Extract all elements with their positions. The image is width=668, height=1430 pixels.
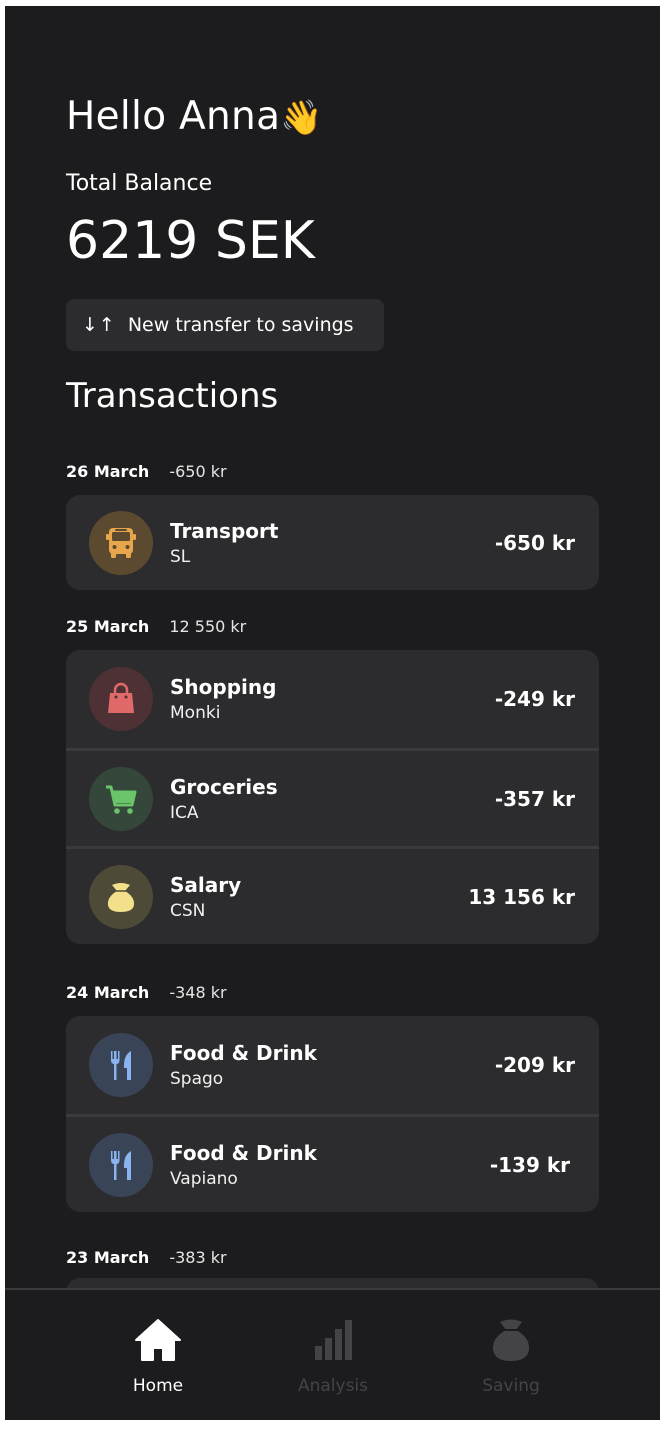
- money-bag-icon: [89, 864, 153, 929]
- transaction-amount: -209 kr: [494, 1053, 575, 1077]
- bus-icon: [89, 510, 153, 575]
- balance-value: 6219 SEK: [66, 211, 315, 271]
- balance-label: Total Balance: [66, 171, 213, 196]
- transaction-amount: 13 156 kr: [468, 884, 575, 909]
- day-group: 24 March -348 kr Food & Drink Spago -209 …: [66, 978, 599, 1212]
- day-date: 25 March: [66, 616, 150, 636]
- transaction-merchant: SL: [170, 546, 191, 567]
- cutlery-icon: [89, 1033, 153, 1097]
- nav-home[interactable]: Home: [98, 1316, 218, 1396]
- day-date: 26 March: [66, 461, 150, 481]
- transaction-card: Food & Drink Spago -209 kr Food & Drink Va…: [66, 1016, 599, 1212]
- day-total: -650 kr: [169, 461, 227, 481]
- transaction-category: Food & Drink: [170, 1140, 317, 1165]
- day-group: 23 March -383 kr: [66, 1243, 599, 1271]
- day-group: 25 March 12 550 kr Shopping Monki -249 kr…: [66, 612, 599, 944]
- transaction-amount: -249 kr: [494, 687, 575, 711]
- transaction-amount: -357 kr: [494, 786, 575, 811]
- day-date: 23 March: [66, 1247, 150, 1267]
- transaction-category: Food & Drink: [170, 1041, 317, 1065]
- transaction-category: Shopping: [170, 675, 277, 699]
- transaction-category: Groceries: [170, 774, 278, 799]
- nav-analysis-label: Analysis: [297, 1376, 369, 1396]
- day-total: -348 kr: [169, 982, 227, 1002]
- day-total: -383 kr: [169, 1247, 227, 1267]
- transaction-row[interactable]: Groceries ICA -357 kr: [66, 748, 599, 846]
- transfer-label: New transfer to savings: [127, 314, 354, 336]
- day-group: 26 March -650 kr Transport SL -650 kr: [66, 457, 599, 590]
- transaction-row[interactable]: Salary CSN 13 156 kr: [66, 846, 599, 944]
- transaction-merchant: ICA: [170, 802, 199, 823]
- day-header: 25 March 12 550 kr: [66, 612, 599, 640]
- day-date: 24 March: [66, 982, 150, 1002]
- nav-saving-label: Saving: [482, 1376, 540, 1396]
- transaction-merchant: Spago: [170, 1069, 224, 1089]
- transaction-row[interactable]: Food & Drink Vapiano -139 kr: [66, 1114, 599, 1212]
- transaction-merchant: CSN: [170, 900, 206, 921]
- nav-home-label: Home: [132, 1376, 184, 1396]
- day-header: 24 March -348 kr: [66, 978, 599, 1006]
- home-scroll-area[interactable]: Hello Anna👋 Total Balance 6219 SEK ↓↑ Ne…: [5, 6, 660, 1288]
- transfer-arrows-icon: ↓↑: [82, 314, 116, 336]
- transaction-card: [66, 1278, 599, 1288]
- transaction-row[interactable]: Food & Drink Spago -209 kr: [66, 1016, 599, 1114]
- phone-screen: Hello Anna👋 Total Balance 6219 SEK ↓↑ Ne…: [5, 6, 660, 1420]
- transaction-row[interactable]: Shopping Monki -249 kr: [66, 650, 599, 748]
- transaction-row[interactable]: Transport SL -650 kr: [66, 495, 599, 590]
- new-transfer-button[interactable]: ↓↑ New transfer to savings: [66, 299, 384, 351]
- nav-saving[interactable]: Saving: [451, 1316, 571, 1396]
- transactions-title: Transactions: [66, 376, 279, 416]
- day-header: 23 March -383 kr: [66, 1243, 599, 1271]
- transaction-amount: -139 kr: [489, 1152, 570, 1177]
- nav-analysis[interactable]: Analysis: [273, 1316, 393, 1396]
- home-icon: [135, 1319, 181, 1361]
- bar-chart-icon: [315, 1320, 352, 1360]
- wave-emoji: 👋: [280, 98, 323, 138]
- cutlery-icon: [89, 1132, 153, 1197]
- transaction-amount: -650 kr: [494, 530, 575, 555]
- transaction-category: Salary: [170, 872, 242, 897]
- day-header: 26 March -650 kr: [66, 457, 599, 485]
- day-total: 12 550 kr: [169, 616, 247, 636]
- transaction-category: Transport: [170, 518, 279, 543]
- greeting-text: Hello Anna: [66, 94, 281, 139]
- money-bag-icon: [492, 1319, 530, 1361]
- bottom-nav: Home Analysis Saving: [5, 1288, 660, 1420]
- transaction-merchant: Vapiano: [170, 1168, 238, 1189]
- cart-icon: [89, 766, 153, 831]
- transaction-card: Transport SL -650 kr: [66, 495, 599, 590]
- transaction-merchant: Monki: [170, 703, 221, 723]
- shopping-bag-icon: [89, 667, 153, 731]
- transaction-card: Shopping Monki -249 kr Groceries ICA -357 …: [66, 650, 599, 944]
- greeting: Hello Anna👋: [66, 94, 323, 139]
